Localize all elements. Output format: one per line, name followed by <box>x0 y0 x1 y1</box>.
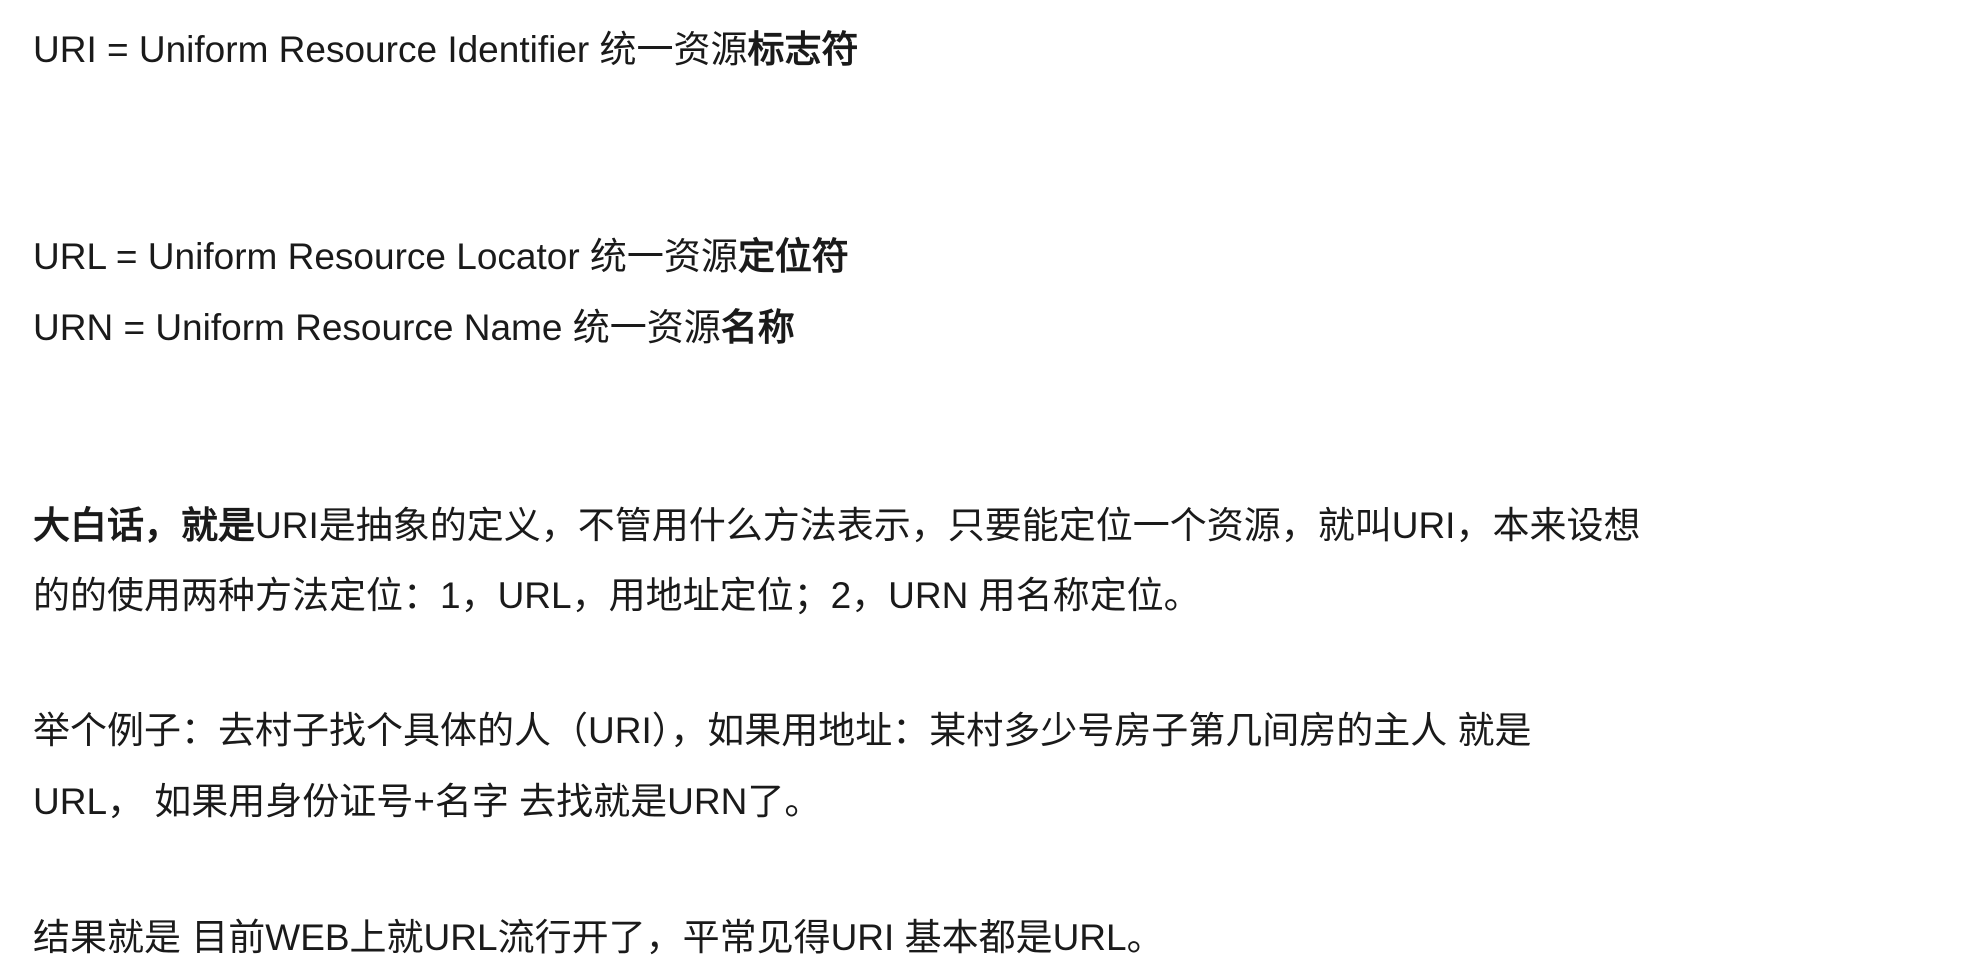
example-line-2: URL， 如果用身份证号+名字 去找就是URN了。 <box>33 781 822 822</box>
conclusion-line: 结果就是 目前WEB上就URL流行开了，平常见得URI 基本都是URL。 <box>33 917 1164 958</box>
plain-explanation-line-2: 的的使用两种方法定位：1，URL，用地址定位；2，URN 用名称定位。 <box>33 575 1201 616</box>
plain-explanation-text: URI是抽象的定义，不管用什么方法表示，只要能定位一个资源，就叫URI，本来设想 <box>255 505 1641 546</box>
urn-text: URN = Uniform Resource Name 统一资源 <box>33 307 721 348</box>
url-text: URL = Uniform Resource Locator 统一资源 <box>33 236 738 277</box>
uri-bold-term: 标志符 <box>747 29 859 70</box>
plain-explanation-line-1: 大白话，就是URI是抽象的定义，不管用什么方法表示，只要能定位一个资源，就叫UR… <box>33 504 1640 548</box>
uri-definition: URI = Uniform Resource Identifier 统一资源标志… <box>33 28 859 72</box>
plain-explanation-lead: 大白话，就是 <box>33 505 255 546</box>
url-bold-term: 定位符 <box>737 236 849 277</box>
urn-bold-term: 名称 <box>720 307 795 348</box>
url-definition: URL = Uniform Resource Locator 统一资源定位符 <box>33 235 849 279</box>
uri-text: URI = Uniform Resource Identifier 统一资源 <box>33 29 748 70</box>
urn-definition: URN = Uniform Resource Name 统一资源名称 <box>33 306 795 350</box>
example-line-1: 举个例子：去村子找个具体的人（URI），如果用地址：某村多少号房子第几间房的主人… <box>33 710 1532 751</box>
